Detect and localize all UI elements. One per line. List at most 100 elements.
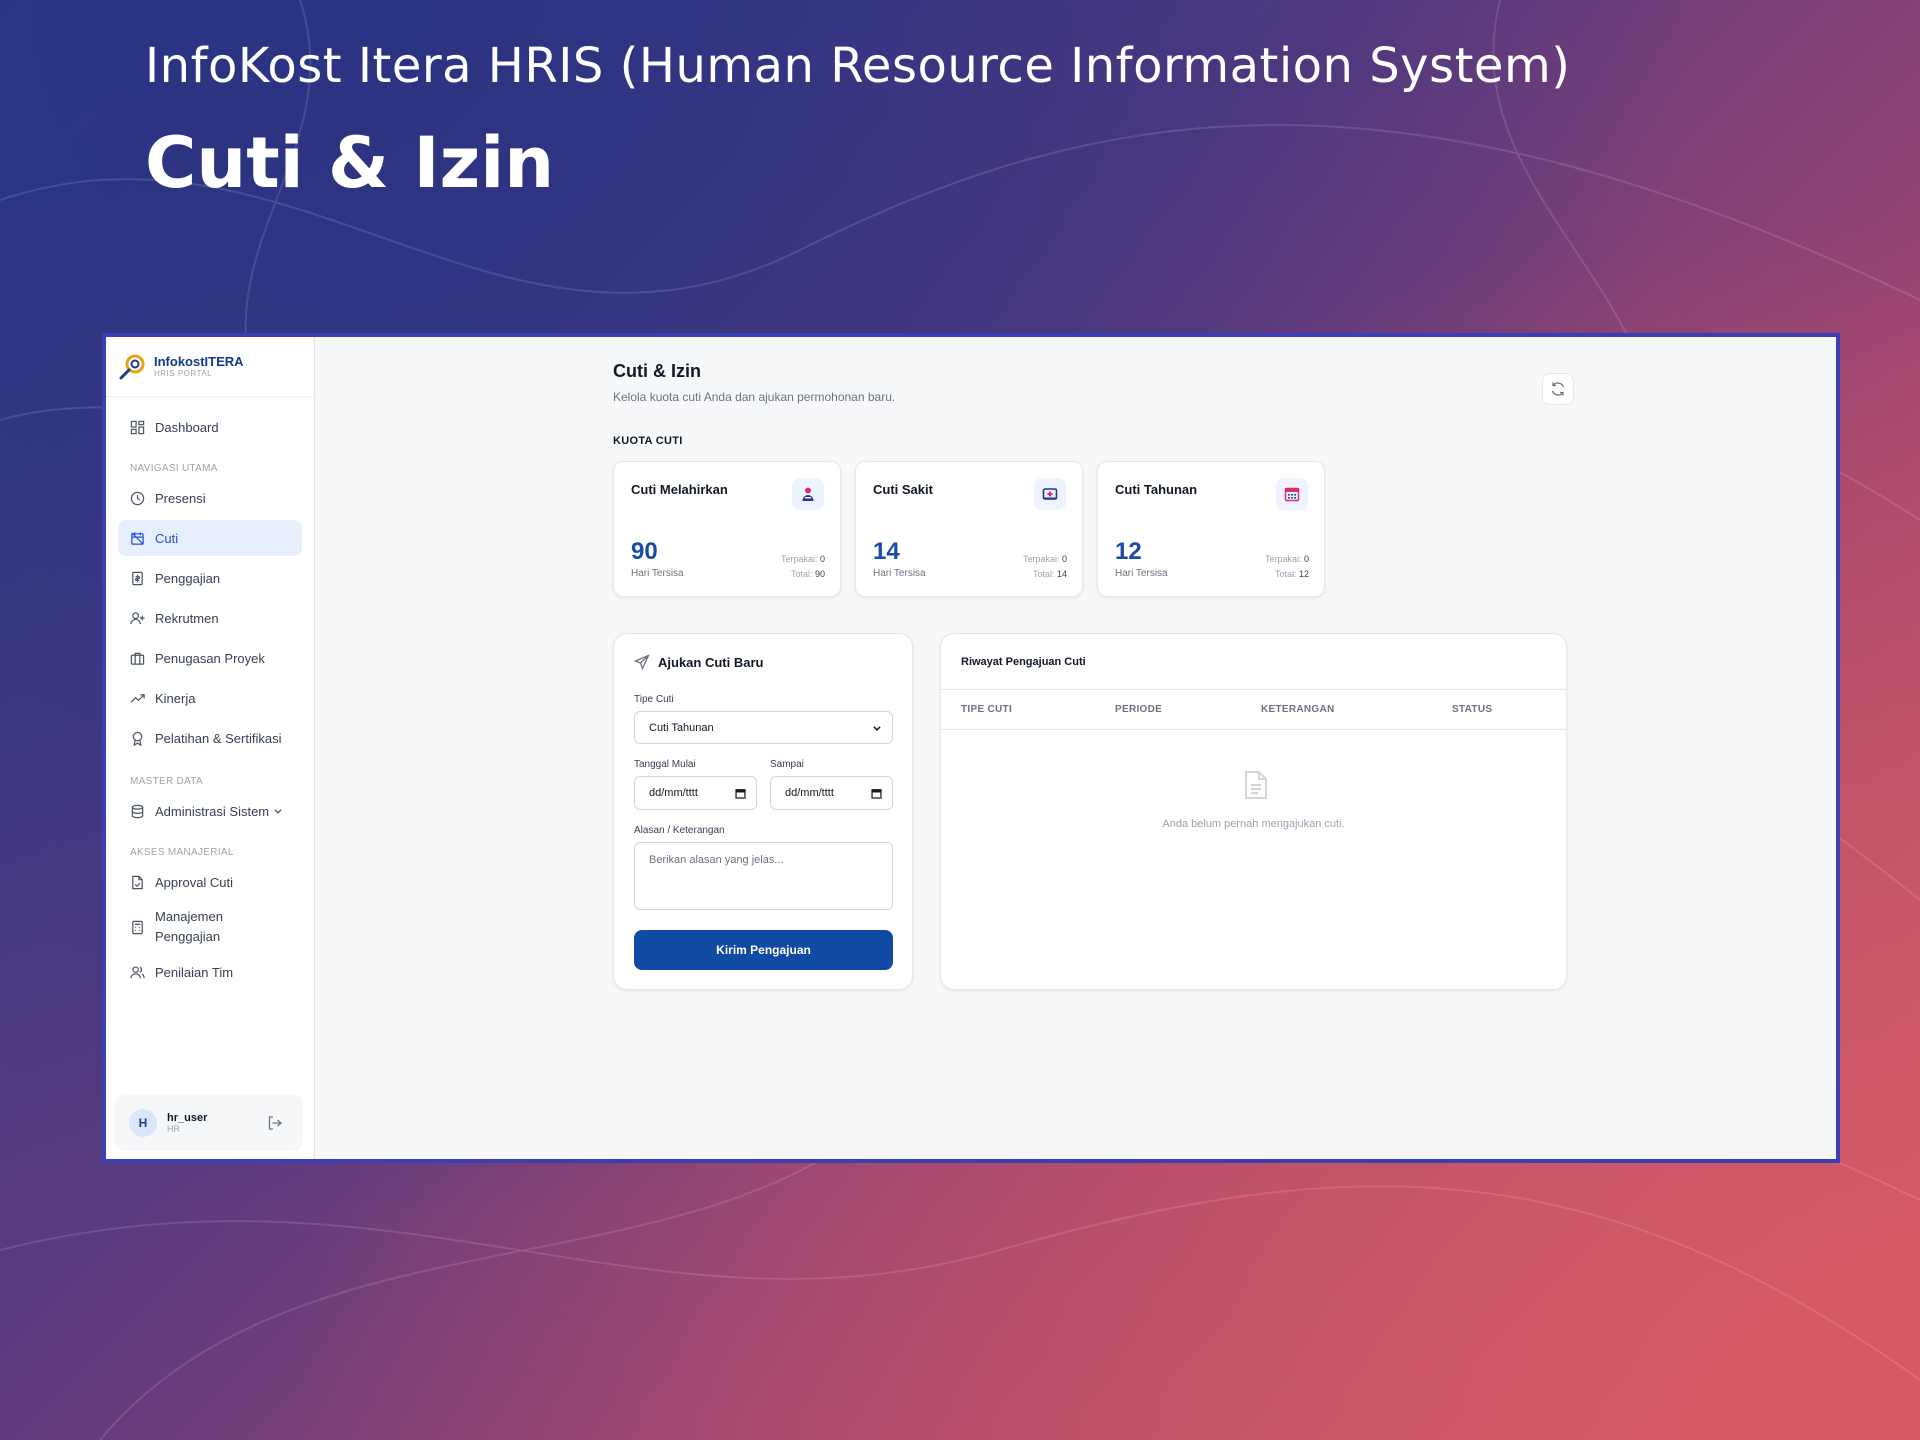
database-icon bbox=[131, 804, 144, 818]
user-name: hr_user bbox=[167, 1112, 208, 1124]
start-date-input[interactable]: dd/mm/tttt bbox=[634, 776, 757, 810]
quota-card-title: Cuti Tahunan bbox=[1115, 482, 1198, 497]
refresh-button[interactable] bbox=[1542, 373, 1574, 405]
sidebar-item-kinerja[interactable]: Kinerja bbox=[118, 680, 302, 716]
submit-button[interactable]: Kirim Pengajuan bbox=[634, 930, 893, 970]
sidebar-item-label: Pelatihan & Sertifikasi bbox=[155, 730, 282, 746]
sidebar: InfokostITERA HRIS PORTAL Dashboard NAVI… bbox=[106, 337, 315, 1159]
avatar: H bbox=[129, 1109, 157, 1137]
app-screenshot: InfokostITERA HRIS PORTAL Dashboard NAVI… bbox=[102, 333, 1840, 1163]
quota-usage: Terpakai: 0 Total: 14 bbox=[1023, 552, 1067, 582]
page-description: Kelola kuota cuti Anda dan ajukan permoh… bbox=[613, 390, 896, 404]
end-date-input[interactable]: dd/mm/tttt bbox=[770, 776, 893, 810]
quota-used: 0 bbox=[819, 554, 825, 564]
sidebar-item-presensi[interactable]: Presensi bbox=[118, 480, 302, 516]
sidebar-item-label: Dashboard bbox=[155, 419, 219, 435]
sidebar-item-label: Approval Cuti bbox=[155, 874, 234, 890]
calendar-icon bbox=[871, 788, 882, 799]
calendar-icon bbox=[1276, 478, 1308, 510]
refresh-icon bbox=[1551, 382, 1565, 396]
receipt-icon bbox=[132, 571, 143, 585]
column-header: PERIODE bbox=[1115, 704, 1163, 715]
end-date-placeholder: dd/mm/tttt bbox=[785, 787, 834, 799]
quota-total: 90 bbox=[814, 569, 825, 579]
quota-remaining: 14 bbox=[873, 538, 900, 565]
dashboard-icon bbox=[130, 420, 145, 434]
sidebar-item-penugasan-proyek[interactable]: Penugasan Proyek bbox=[118, 640, 302, 676]
column-header: TIPE CUTI bbox=[961, 704, 1013, 715]
sidebar-item-dashboard[interactable]: Dashboard bbox=[118, 409, 302, 445]
page-header: Cuti & Izin Kelola kuota cuti Anda dan a… bbox=[613, 361, 895, 404]
sidebar-item-cuti[interactable]: Cuti bbox=[118, 520, 302, 556]
table-header: TIPE CUTI PERIODE KETERANGAN STATUS bbox=[941, 690, 1566, 730]
sidebar-item-rekrutmen[interactable]: Rekrutmen bbox=[118, 600, 302, 636]
sidebar-item-manajemen-penggajian[interactable]: Manajemen Penggajian bbox=[118, 904, 302, 950]
calendar-off-icon bbox=[131, 531, 144, 545]
quota-remaining-label: Hari Tersisa bbox=[1115, 568, 1168, 579]
reason-label: Alasan / Keterangan bbox=[634, 825, 725, 836]
quota-card-tahunan: Cuti Tahunan 12 Hari Tersisa Terpakai: 0… bbox=[1097, 461, 1325, 597]
section-label-main: NAVIGASI UTAMA bbox=[130, 463, 218, 474]
clock-icon bbox=[130, 491, 145, 505]
send-icon bbox=[634, 654, 650, 670]
leave-request-form: Ajukan Cuti Baru Tipe Cuti Cuti Tahunan … bbox=[613, 633, 913, 990]
quota-card-title: Cuti Sakit bbox=[873, 482, 933, 497]
history-title: Riwayat Pengajuan Cuti bbox=[941, 634, 1566, 690]
award-icon bbox=[132, 731, 143, 746]
quota-usage: Terpakai: 0 Total: 90 bbox=[781, 552, 825, 582]
brand[interactable]: InfokostITERA HRIS PORTAL bbox=[106, 337, 314, 397]
brand-logo-icon bbox=[119, 354, 145, 379]
logout-icon[interactable] bbox=[267, 1115, 283, 1131]
quota-total-label: Total: bbox=[1032, 569, 1055, 579]
user-profile: H hr_user HR bbox=[115, 1095, 303, 1151]
quota-total-label: Total: bbox=[1274, 569, 1297, 579]
end-date-label: Sampai bbox=[770, 759, 804, 770]
slide-subtitle: InfoKost Itera HRIS (Human Resource Info… bbox=[145, 38, 1571, 94]
calendar-icon bbox=[735, 788, 746, 799]
form-header: Ajukan Cuti Baru bbox=[634, 654, 763, 670]
sidebar-item-label: Penggajian bbox=[155, 570, 221, 586]
sidebar-item-penilaian-tim[interactable]: Penilaian Tim bbox=[118, 954, 302, 990]
sidebar-item-administrasi-sistem[interactable]: Administrasi Sistem bbox=[118, 793, 302, 829]
quota-remaining: 90 bbox=[631, 538, 658, 565]
sidebar-item-label: Penugasan Proyek bbox=[155, 650, 265, 666]
brand-sub: HRIS PORTAL bbox=[154, 369, 213, 378]
medical-icon bbox=[1034, 478, 1066, 510]
empty-state-text: Anda belum pernah mengajukan cuti. bbox=[1162, 818, 1345, 830]
column-header: STATUS bbox=[1452, 704, 1493, 715]
quota-remaining: 12 bbox=[1115, 538, 1142, 565]
quota-used-label: Terpakai: bbox=[780, 554, 818, 564]
section-label-master: MASTER DATA bbox=[130, 776, 203, 787]
file-check-icon bbox=[132, 875, 143, 889]
sidebar-item-label: Presensi bbox=[155, 490, 206, 506]
quota-card-sakit: Cuti Sakit 14 Hari Tersisa Terpakai: 0 T… bbox=[855, 461, 1083, 597]
sidebar-item-penggajian[interactable]: Penggajian bbox=[118, 560, 302, 596]
section-label-managerial: AKSES MANAJERIAL bbox=[130, 847, 234, 858]
sidebar-item-label: Cuti bbox=[155, 530, 179, 546]
calculator-icon bbox=[132, 920, 143, 934]
form-title: Ajukan Cuti Baru bbox=[658, 654, 764, 670]
maternity-icon bbox=[792, 478, 824, 510]
quota-used: 0 bbox=[1061, 554, 1067, 564]
leave-type-select[interactable]: Cuti Tahunan bbox=[634, 711, 893, 744]
quota-used-label: Terpakai: bbox=[1022, 554, 1060, 564]
sidebar-item-label: Rekrutmen bbox=[155, 610, 219, 626]
reason-textarea[interactable]: Berikan alasan yang jelas... bbox=[634, 842, 893, 910]
quota-section-label: KUOTA CUTI bbox=[613, 435, 683, 447]
quota-card-title: Cuti Melahirkan bbox=[631, 482, 728, 497]
quota-card-melahirkan: Cuti Melahirkan 90 Hari Tersisa Terpakai… bbox=[613, 461, 841, 597]
chevron-down-icon bbox=[274, 809, 282, 814]
main-content: Cuti & Izin Kelola kuota cuti Anda dan a… bbox=[315, 337, 1836, 1159]
quota-used-label: Terpakai: bbox=[1264, 554, 1302, 564]
sidebar-item-label: Penilaian Tim bbox=[155, 964, 234, 980]
quota-total: 12 bbox=[1298, 569, 1309, 579]
reason-placeholder: Berikan alasan yang jelas... bbox=[649, 854, 784, 866]
sidebar-item-pelatihan[interactable]: Pelatihan & Sertifikasi bbox=[118, 720, 302, 756]
quota-total: 14 bbox=[1056, 569, 1067, 579]
user-plus-icon bbox=[130, 611, 145, 624]
leave-history-table: Riwayat Pengajuan Cuti TIPE CUTI PERIODE… bbox=[940, 633, 1567, 990]
users-icon bbox=[130, 965, 145, 978]
quota-remaining-label: Hari Tersisa bbox=[631, 568, 684, 579]
sidebar-item-approval-cuti[interactable]: Approval Cuti bbox=[118, 864, 302, 900]
quota-usage: Terpakai: 0 Total: 12 bbox=[1265, 552, 1309, 582]
